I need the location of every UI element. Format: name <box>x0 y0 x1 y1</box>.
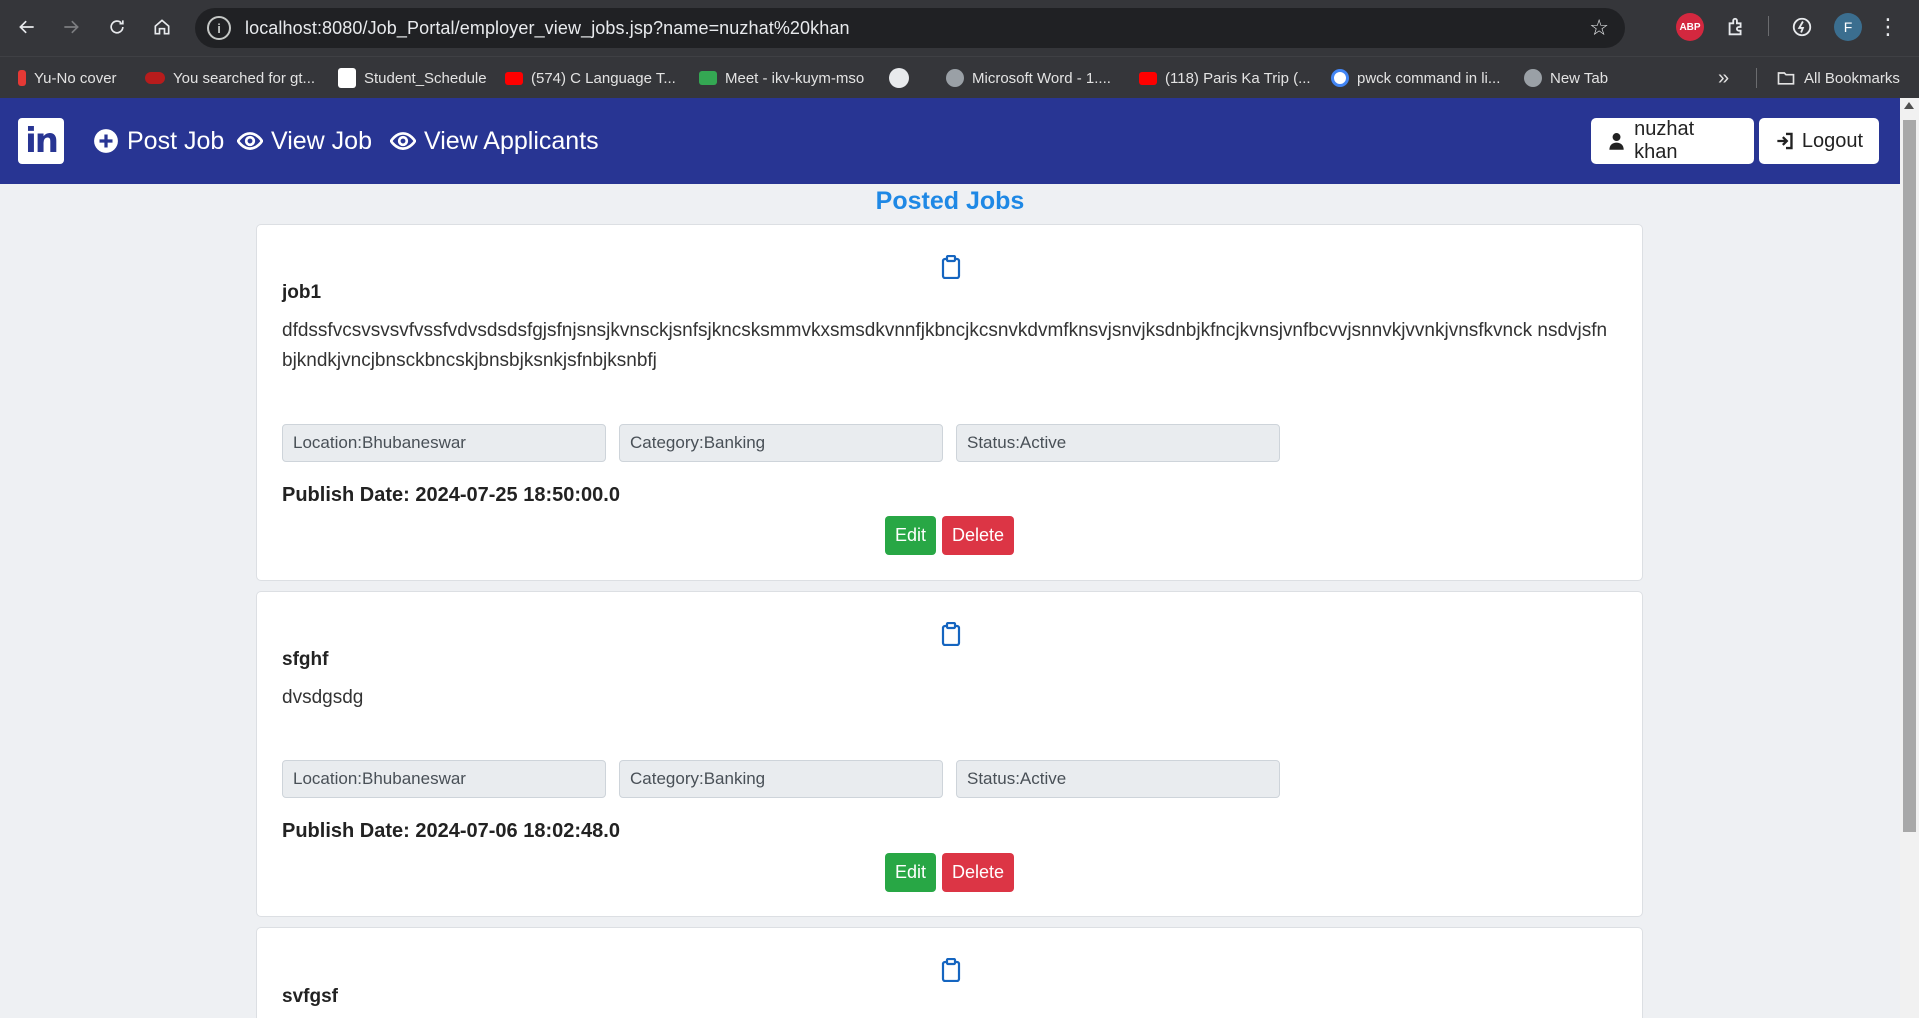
job-card: job1 dfdssfvcsvsvsvfvssfvdvsdsdsfgjsfnjs… <box>256 224 1643 581</box>
job-title: svfgsf <box>282 986 338 1007</box>
site-info-icon[interactable]: i <box>207 16 231 40</box>
user-profile-button[interactable]: nuzhat khan <box>1591 118 1754 164</box>
forward-icon[interactable] <box>56 12 86 42</box>
clipboard-icon[interactable] <box>941 622 961 646</box>
status-field: Status:Active <box>956 424 1280 462</box>
github-icon <box>889 68 909 88</box>
nav-view-job-label: View Job <box>271 126 372 155</box>
job-title: sfghf <box>282 649 329 670</box>
job-card: sfghf dvsdgsdg Location:Bhubaneswar Cate… <box>256 591 1643 917</box>
nav-post-job-label: Post Job <box>127 126 225 155</box>
page-title: Posted Jobs <box>875 187 1025 215</box>
bookmark-label: Student_Schedule <box>364 69 487 87</box>
publish-date: Publish Date: 2024-07-06 18:02:48.0 <box>282 820 620 842</box>
bookmark-label: Yu-No cover <box>34 69 117 87</box>
scrollbar-thumb[interactable] <box>1903 120 1916 832</box>
browser-toolbar: i localhost:8080/Job_Portal/employer_vie… <box>0 0 1919 56</box>
all-bookmarks-label: All Bookmarks <box>1804 69 1900 87</box>
youtube-icon <box>505 71 523 85</box>
bookmark-label: New Tab <box>1550 69 1609 87</box>
bookmark-favicon <box>338 68 356 88</box>
bookmark-item[interactable]: You searched for gt... <box>145 57 315 99</box>
globe-icon <box>1524 69 1542 87</box>
status-field: Status:Active <box>956 760 1280 798</box>
category-field: Category:Banking <box>619 424 943 462</box>
category-field: Category:Banking <box>619 760 943 798</box>
bookmark-label: You searched for gt... <box>173 69 316 87</box>
delete-button[interactable]: Delete <box>942 516 1014 555</box>
nav-post-job[interactable]: Post Job <box>93 124 224 158</box>
bookmark-favicon <box>145 72 165 84</box>
user-name-label: nuzhat khan <box>1634 118 1695 163</box>
google-icon <box>1331 69 1349 87</box>
edit-button[interactable]: Edit <box>885 853 936 892</box>
bookmark-favicon <box>18 70 26 86</box>
url-text[interactable]: localhost:8080/Job_Portal/employer_view_… <box>245 18 850 39</box>
menu-icon[interactable]: ⋮ <box>1877 13 1899 41</box>
bookmarks-bar: Yu-No cover You searched for gt... Stude… <box>0 56 1919 98</box>
all-bookmarks[interactable]: All Bookmarks <box>1776 57 1900 99</box>
user-icon <box>1609 133 1624 150</box>
back-icon[interactable] <box>12 12 42 42</box>
bookmark-item[interactable]: Student_Schedule <box>338 57 487 99</box>
performance-icon[interactable] <box>1788 13 1816 41</box>
scroll-up-arrow-icon[interactable] <box>1904 102 1914 109</box>
job-title: job1 <box>282 282 322 303</box>
bookmark-label: (118) Paris Ka Trip (... <box>1165 69 1311 87</box>
job-card: svfgsf <box>256 927 1643 1018</box>
bookmark-label: pwck command in li... <box>1357 69 1501 87</box>
bookmark-item[interactable]: (118) Paris Ka Trip (... <box>1139 57 1311 99</box>
app-navbar: in Post Job View Job View Applicants nuz… <box>0 98 1900 184</box>
profile-avatar[interactable]: F <box>1834 13 1862 41</box>
adblock-icon[interactable]: ABP <box>1676 13 1704 41</box>
clipboard-icon[interactable] <box>941 255 961 279</box>
more-bookmarks-icon[interactable]: » <box>1718 57 1729 99</box>
eye-icon <box>237 132 263 150</box>
bookmark-item[interactable]: New Tab <box>1524 57 1608 99</box>
address-bar[interactable]: i localhost:8080/Job_Portal/employer_vie… <box>195 8 1625 48</box>
bookmark-item[interactable] <box>889 57 917 99</box>
bookmark-label: (574) C Language T... <box>531 69 676 87</box>
bookmark-label: Microsoft Word - 1.... <box>972 69 1111 87</box>
reload-icon[interactable] <box>102 12 132 42</box>
youtube-icon <box>1139 71 1157 85</box>
meet-icon <box>699 71 717 85</box>
bookmark-item[interactable]: pwck command in li... <box>1331 57 1500 99</box>
globe-icon <box>946 69 964 87</box>
publish-date: Publish Date: 2024-07-25 18:50:00.0 <box>282 484 620 506</box>
nav-view-applicants[interactable]: View Applicants <box>390 124 599 158</box>
bookmarks-divider <box>1756 68 1757 88</box>
edit-button[interactable]: Edit <box>885 516 936 555</box>
nav-view-applicants-label: View Applicants <box>424 126 599 155</box>
linkedin-logo-icon[interactable]: in <box>18 118 64 164</box>
location-field: Location:Bhubaneswar <box>282 424 606 462</box>
toolbar-divider <box>1768 16 1769 36</box>
logout-label: Logout <box>1801 129 1863 152</box>
sign-in-icon <box>1777 132 1793 150</box>
bookmark-star-icon[interactable]: ☆ <box>1589 17 1609 39</box>
clipboard-icon[interactable] <box>941 958 961 982</box>
bookmark-item[interactable]: (574) C Language T... <box>505 57 676 99</box>
logout-button[interactable]: Logout <box>1759 118 1879 164</box>
bookmark-label: Meet - ikv-kuym-mso <box>725 69 865 87</box>
nav-view-job[interactable]: View Job <box>237 124 372 158</box>
job-description: dfdssfvcsvsvsvfvssfvdvsdsdsfgjsfnjsnsjkv… <box>282 320 1608 371</box>
bookmark-item[interactable]: Microsoft Word - 1.... <box>946 57 1111 99</box>
home-icon[interactable] <box>147 12 177 42</box>
job-description: dvsdgsdg <box>282 687 364 708</box>
location-field: Location:Bhubaneswar <box>282 760 606 798</box>
delete-button[interactable]: Delete <box>942 853 1014 892</box>
folder-icon <box>1777 72 1795 85</box>
plus-circle-icon <box>94 129 118 153</box>
extensions-icon[interactable] <box>1722 13 1750 41</box>
bookmark-item[interactable]: Yu-No cover <box>18 57 117 99</box>
eye-icon <box>390 132 416 150</box>
bookmark-item[interactable]: Meet - ikv-kuym-mso <box>699 57 864 99</box>
